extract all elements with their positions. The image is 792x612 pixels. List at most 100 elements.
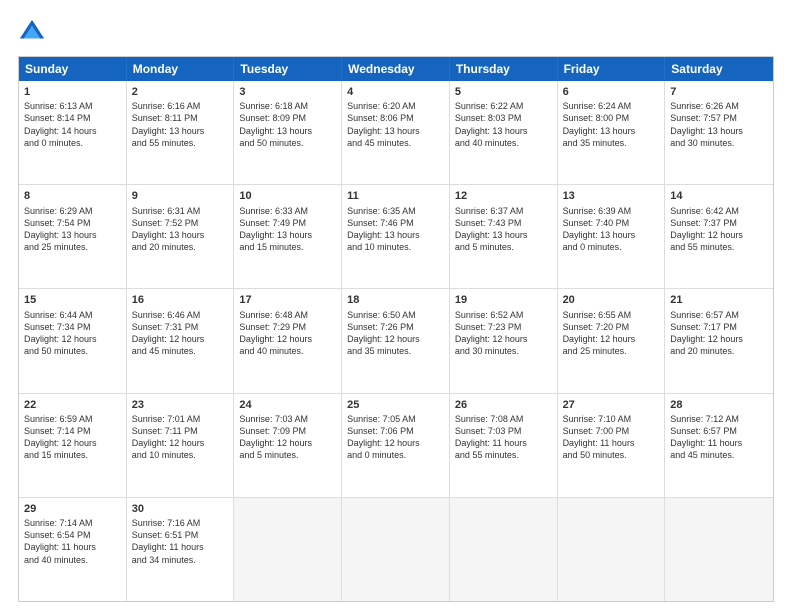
calendar-cell-day-10: 10Sunrise: 6:33 AMSunset: 7:49 PMDayligh… bbox=[234, 185, 342, 288]
day-info: Sunrise: 6:24 AMSunset: 8:00 PMDaylight:… bbox=[563, 100, 660, 149]
header-cell-thursday: Thursday bbox=[450, 57, 558, 81]
day-info: Sunrise: 6:13 AMSunset: 8:14 PMDaylight:… bbox=[24, 100, 121, 149]
day-info: Sunrise: 6:29 AMSunset: 7:54 PMDaylight:… bbox=[24, 205, 121, 254]
calendar-cell-day-3: 3Sunrise: 6:18 AMSunset: 8:09 PMDaylight… bbox=[234, 81, 342, 184]
calendar-cell-day-24: 24Sunrise: 7:03 AMSunset: 7:09 PMDayligh… bbox=[234, 394, 342, 497]
day-info: Sunrise: 6:57 AMSunset: 7:17 PMDaylight:… bbox=[670, 309, 768, 358]
day-number: 18 bbox=[347, 293, 444, 307]
day-info: Sunrise: 7:05 AMSunset: 7:06 PMDaylight:… bbox=[347, 413, 444, 462]
calendar-row-1: 1Sunrise: 6:13 AMSunset: 8:14 PMDaylight… bbox=[19, 81, 773, 185]
day-info: Sunrise: 6:20 AMSunset: 8:06 PMDaylight:… bbox=[347, 100, 444, 149]
header-cell-monday: Monday bbox=[127, 57, 235, 81]
day-number: 23 bbox=[132, 398, 229, 412]
header bbox=[18, 18, 774, 46]
calendar-cell-day-16: 16 Sunrise: 6:46 AMSunset: 7:31 PMDayligh… bbox=[127, 289, 235, 392]
day-number: 15 bbox=[24, 293, 121, 307]
calendar-cell-day-27: 27Sunrise: 7:10 AMSunset: 7:00 PMDayligh… bbox=[558, 394, 666, 497]
day-number: 26 bbox=[455, 398, 552, 412]
day-number: 28 bbox=[670, 398, 768, 412]
calendar-cell-day-7: 7Sunrise: 6:26 AMSunset: 7:57 PMDaylight… bbox=[665, 81, 773, 184]
day-info: Sunrise: 6:42 AMSunset: 7:37 PMDaylight:… bbox=[670, 205, 768, 254]
day-number: 11 bbox=[347, 189, 444, 203]
day-number: 17 bbox=[239, 293, 336, 307]
calendar-cell-day-20: 20 Sunrise: 6:55 AMSunset: 7:20 PMDayligh… bbox=[558, 289, 666, 392]
calendar-cell-day-23: 23Sunrise: 7:01 AMSunset: 7:11 PMDayligh… bbox=[127, 394, 235, 497]
calendar-cell-day-18: 18 Sunrise: 6:50 AMSunset: 7:26 PMDayligh… bbox=[342, 289, 450, 392]
calendar-cell-day-29: 29Sunrise: 7:14 AMSunset: 6:54 PMDayligh… bbox=[19, 498, 127, 601]
day-info: Sunrise: 7:14 AMSunset: 6:54 PMDaylight:… bbox=[24, 517, 121, 566]
day-info: Sunrise: 6:48 AMSunset: 7:29 PMDaylight:… bbox=[239, 309, 336, 358]
day-info: Sunrise: 6:46 AMSunset: 7:31 PMDaylight:… bbox=[132, 309, 229, 358]
day-number: 6 bbox=[563, 85, 660, 99]
calendar-cell-day-25: 25Sunrise: 7:05 AMSunset: 7:06 PMDayligh… bbox=[342, 394, 450, 497]
calendar-cell-day-22: 22Sunrise: 6:59 AMSunset: 7:14 PMDayligh… bbox=[19, 394, 127, 497]
calendar-cell-day-21: 21 Sunrise: 6:57 AMSunset: 7:17 PMDayligh… bbox=[665, 289, 773, 392]
calendar-cell-day-28: 28Sunrise: 7:12 AMSunset: 6:57 PMDayligh… bbox=[665, 394, 773, 497]
day-info: Sunrise: 6:22 AMSunset: 8:03 PMDaylight:… bbox=[455, 100, 552, 149]
calendar-header: SundayMondayTuesdayWednesdayThursdayFrid… bbox=[19, 57, 773, 81]
calendar: SundayMondayTuesdayWednesdayThursdayFrid… bbox=[18, 56, 774, 602]
calendar-cell-day-2: 2Sunrise: 6:16 AMSunset: 8:11 PMDaylight… bbox=[127, 81, 235, 184]
header-cell-tuesday: Tuesday bbox=[234, 57, 342, 81]
logo-icon bbox=[18, 18, 46, 46]
page: SundayMondayTuesdayWednesdayThursdayFrid… bbox=[0, 0, 792, 612]
day-info: Sunrise: 6:39 AMSunset: 7:40 PMDaylight:… bbox=[563, 205, 660, 254]
calendar-cell-empty bbox=[234, 498, 342, 601]
day-info: Sunrise: 6:35 AMSunset: 7:46 PMDaylight:… bbox=[347, 205, 444, 254]
calendar-row-5: 29Sunrise: 7:14 AMSunset: 6:54 PMDayligh… bbox=[19, 498, 773, 601]
calendar-cell-empty bbox=[342, 498, 450, 601]
header-cell-saturday: Saturday bbox=[665, 57, 773, 81]
day-info: Sunrise: 6:50 AMSunset: 7:26 PMDaylight:… bbox=[347, 309, 444, 358]
day-number: 2 bbox=[132, 85, 229, 99]
day-number: 24 bbox=[239, 398, 336, 412]
header-cell-wednesday: Wednesday bbox=[342, 57, 450, 81]
day-info: Sunrise: 7:03 AMSunset: 7:09 PMDaylight:… bbox=[239, 413, 336, 462]
day-info: Sunrise: 7:08 AMSunset: 7:03 PMDaylight:… bbox=[455, 413, 552, 462]
day-number: 27 bbox=[563, 398, 660, 412]
day-number: 20 bbox=[563, 293, 660, 307]
day-number: 19 bbox=[455, 293, 552, 307]
calendar-cell-day-9: 9 Sunrise: 6:31 AMSunset: 7:52 PMDaylight… bbox=[127, 185, 235, 288]
calendar-cell-day-1: 1Sunrise: 6:13 AMSunset: 8:14 PMDaylight… bbox=[19, 81, 127, 184]
day-info: Sunrise: 6:31 AMSunset: 7:52 PMDaylight:… bbox=[132, 205, 229, 254]
day-number: 3 bbox=[239, 85, 336, 99]
calendar-row-3: 15 Sunrise: 6:44 AMSunset: 7:34 PMDayligh… bbox=[19, 289, 773, 393]
calendar-cell-day-8: 8 Sunrise: 6:29 AMSunset: 7:54 PMDaylight… bbox=[19, 185, 127, 288]
calendar-row-4: 22Sunrise: 6:59 AMSunset: 7:14 PMDayligh… bbox=[19, 394, 773, 498]
day-info: Sunrise: 7:12 AMSunset: 6:57 PMDaylight:… bbox=[670, 413, 768, 462]
day-info: Sunrise: 6:16 AMSunset: 8:11 PMDaylight:… bbox=[132, 100, 229, 149]
calendar-cell-day-12: 12 Sunrise: 6:37 AMSunset: 7:43 PMDayligh… bbox=[450, 185, 558, 288]
calendar-cell-empty bbox=[665, 498, 773, 601]
day-number: 1 bbox=[24, 85, 121, 99]
day-info: Sunrise: 6:55 AMSunset: 7:20 PMDaylight:… bbox=[563, 309, 660, 358]
header-cell-friday: Friday bbox=[558, 57, 666, 81]
calendar-cell-day-26: 26Sunrise: 7:08 AMSunset: 7:03 PMDayligh… bbox=[450, 394, 558, 497]
calendar-cell-day-15: 15 Sunrise: 6:44 AMSunset: 7:34 PMDayligh… bbox=[19, 289, 127, 392]
day-number: 5 bbox=[455, 85, 552, 99]
calendar-cell-day-5: 5Sunrise: 6:22 AMSunset: 8:03 PMDaylight… bbox=[450, 81, 558, 184]
day-number: 30 bbox=[132, 502, 229, 516]
header-cell-sunday: Sunday bbox=[19, 57, 127, 81]
day-info: Sunrise: 6:37 AMSunset: 7:43 PMDaylight:… bbox=[455, 205, 552, 254]
calendar-cell-day-13: 13Sunrise: 6:39 AMSunset: 7:40 PMDayligh… bbox=[558, 185, 666, 288]
calendar-cell-day-4: 4Sunrise: 6:20 AMSunset: 8:06 PMDaylight… bbox=[342, 81, 450, 184]
logo bbox=[18, 18, 52, 46]
day-info: Sunrise: 6:59 AMSunset: 7:14 PMDaylight:… bbox=[24, 413, 121, 462]
day-number: 9 bbox=[132, 189, 229, 203]
calendar-cell-day-19: 19Sunrise: 6:52 AMSunset: 7:23 PMDayligh… bbox=[450, 289, 558, 392]
day-info: Sunrise: 7:10 AMSunset: 7:00 PMDaylight:… bbox=[563, 413, 660, 462]
calendar-cell-day-6: 6Sunrise: 6:24 AMSunset: 8:00 PMDaylight… bbox=[558, 81, 666, 184]
day-info: Sunrise: 6:44 AMSunset: 7:34 PMDaylight:… bbox=[24, 309, 121, 358]
day-number: 8 bbox=[24, 189, 121, 203]
day-number: 4 bbox=[347, 85, 444, 99]
day-number: 25 bbox=[347, 398, 444, 412]
calendar-cell-empty bbox=[558, 498, 666, 601]
day-number: 14 bbox=[670, 189, 768, 203]
day-info: Sunrise: 6:33 AMSunset: 7:49 PMDaylight:… bbox=[239, 205, 336, 254]
day-number: 12 bbox=[455, 189, 552, 203]
day-info: Sunrise: 6:18 AMSunset: 8:09 PMDaylight:… bbox=[239, 100, 336, 149]
day-number: 16 bbox=[132, 293, 229, 307]
day-number: 7 bbox=[670, 85, 768, 99]
day-number: 21 bbox=[670, 293, 768, 307]
calendar-body: 1Sunrise: 6:13 AMSunset: 8:14 PMDaylight… bbox=[19, 81, 773, 601]
